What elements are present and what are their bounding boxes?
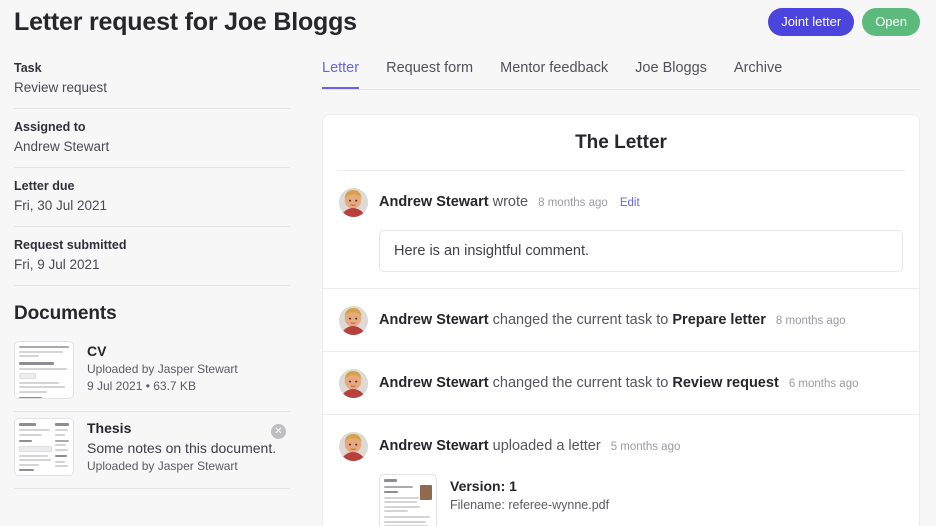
document-details: 9 Jul 2021 • 63.7 KB xyxy=(87,379,196,393)
document-thumbnail-icon xyxy=(14,418,74,476)
activity-action: changed the current task to xyxy=(492,375,669,391)
meta-assigned-to: Assigned to Andrew Stewart xyxy=(14,109,290,168)
activity-entry-upload: Andrew Stewart uploaded a letter 5 month… xyxy=(323,415,919,526)
meta-request-submitted: Request submitted Fri, 9 Jul 2021 xyxy=(14,227,290,286)
joint-letter-badge[interactable]: Joint letter xyxy=(768,8,855,36)
meta-letter-due-label: Letter due xyxy=(14,179,75,193)
documents-heading: Documents xyxy=(14,303,117,324)
meta-assigned-to-value: Andrew Stewart xyxy=(14,139,110,154)
uploaded-letter-meta: Version: 1 Filename: referee-wynne.pdf xyxy=(450,474,609,514)
activity-author: Andrew Stewart xyxy=(379,312,489,328)
activity-text: Andrew Stewart wrote 8 months ago Edit xyxy=(379,192,640,213)
activity-action: wrote xyxy=(492,194,529,210)
tab-joe-bloggs[interactable]: Joe Bloggs xyxy=(635,58,707,89)
activity-action: uploaded a letter xyxy=(492,438,601,454)
meta-task-label: Task xyxy=(14,61,42,75)
activity-header: Andrew Stewart changed the current task … xyxy=(339,369,903,398)
avatar xyxy=(339,369,368,398)
header-badges: Joint letter Open xyxy=(768,8,920,36)
document-info: Thesis Some notes on this document. Uplo… xyxy=(87,418,276,475)
document-uploader: Uploaded by Jasper Stewart xyxy=(87,362,238,376)
document-note: Some notes on this document. xyxy=(87,440,277,456)
document-name: Thesis xyxy=(87,420,132,436)
letter-filename: Filename: referee-wynne.pdf xyxy=(450,498,610,512)
activity-text: Andrew Stewart uploaded a letter 5 month… xyxy=(379,436,680,457)
avatar xyxy=(339,188,368,217)
avatar xyxy=(339,306,368,335)
document-item-thesis[interactable]: Thesis Some notes on this document. Uplo… xyxy=(14,412,290,489)
app-page: Letter request for Joe Bloggs Joint lett… xyxy=(0,0,936,526)
meta-task-value: Review request xyxy=(14,80,108,95)
activity-entry-comment: Andrew Stewart wrote 8 months ago Edit H… xyxy=(323,171,919,289)
activity-target-task: Review request xyxy=(672,375,779,391)
meta-request-submitted-value: Fri, 9 Jul 2021 xyxy=(14,257,100,272)
uploaded-letter-row[interactable]: Version: 1 Filename: referee-wynne.pdf xyxy=(379,474,903,526)
tab-request-form[interactable]: Request form xyxy=(386,58,473,89)
meta-request-submitted-label: Request submitted xyxy=(14,238,127,252)
document-name: CV xyxy=(87,343,107,359)
edit-comment-link[interactable]: Edit xyxy=(620,197,640,209)
avatar xyxy=(339,432,368,461)
letter-panel: The Letter Andrew Stewart wrote 8 months… xyxy=(322,114,920,526)
activity-author: Andrew Stewart xyxy=(379,375,489,391)
activity-target-task: Prepare letter xyxy=(672,312,766,328)
activity-text: Andrew Stewart changed the current task … xyxy=(379,373,859,394)
meta-letter-due: Letter due Fri, 30 Jul 2021 xyxy=(14,168,290,227)
activity-header: Andrew Stewart uploaded a letter 5 month… xyxy=(339,432,903,461)
activity-header: Andrew Stewart wrote 8 months ago Edit xyxy=(339,188,903,217)
tab-archive[interactable]: Archive xyxy=(734,58,782,89)
main-tabs: Letter Request form Mentor feedback Joe … xyxy=(322,58,920,90)
activity-timestamp: 5 months ago xyxy=(610,441,681,453)
page-header: Letter request for Joe Bloggs Joint lett… xyxy=(0,0,936,48)
activity-header: Andrew Stewart changed the current task … xyxy=(339,306,903,335)
activity-timestamp: 8 months ago xyxy=(775,315,846,327)
comment-body: Here is an insightful comment. xyxy=(379,230,903,272)
activity-entry-task-change: Andrew Stewart changed the current task … xyxy=(323,289,919,352)
activity-action: changed the current task to xyxy=(492,312,669,328)
activity-text: Andrew Stewart changed the current task … xyxy=(379,310,846,331)
tab-mentor-feedback[interactable]: Mentor feedback xyxy=(500,58,608,89)
panel-title: The Letter xyxy=(337,115,905,171)
tab-letter[interactable]: Letter xyxy=(322,58,359,89)
letter-version: Version: 1 xyxy=(450,478,517,494)
page-title: Letter request for Joe Bloggs xyxy=(14,8,357,36)
document-info: CV Uploaded by Jasper Stewart 9 Jul 2021… xyxy=(87,341,238,395)
remove-document-icon[interactable]: ✕ xyxy=(271,424,286,439)
meta-assigned-to-label: Assigned to xyxy=(14,120,86,134)
document-thumbnail-icon xyxy=(14,341,74,399)
activity-entry-task-change: Andrew Stewart changed the current task … xyxy=(323,352,919,415)
letter-thumbnail-icon xyxy=(379,474,437,526)
activity-author: Andrew Stewart xyxy=(379,194,489,210)
activity-timestamp: 8 months ago xyxy=(538,197,608,209)
document-item-cv[interactable]: CV Uploaded by Jasper Stewart 9 Jul 2021… xyxy=(14,335,290,412)
status-open-badge[interactable]: Open xyxy=(862,8,920,36)
sidebar: Task Review request Assigned to Andrew S… xyxy=(0,48,304,526)
activity-author: Andrew Stewart xyxy=(379,438,489,454)
document-uploader: Uploaded by Jasper Stewart xyxy=(87,459,238,473)
meta-letter-due-value: Fri, 30 Jul 2021 xyxy=(14,198,108,213)
activity-timestamp: 6 months ago xyxy=(788,378,859,390)
meta-task: Task Review request xyxy=(14,48,290,109)
